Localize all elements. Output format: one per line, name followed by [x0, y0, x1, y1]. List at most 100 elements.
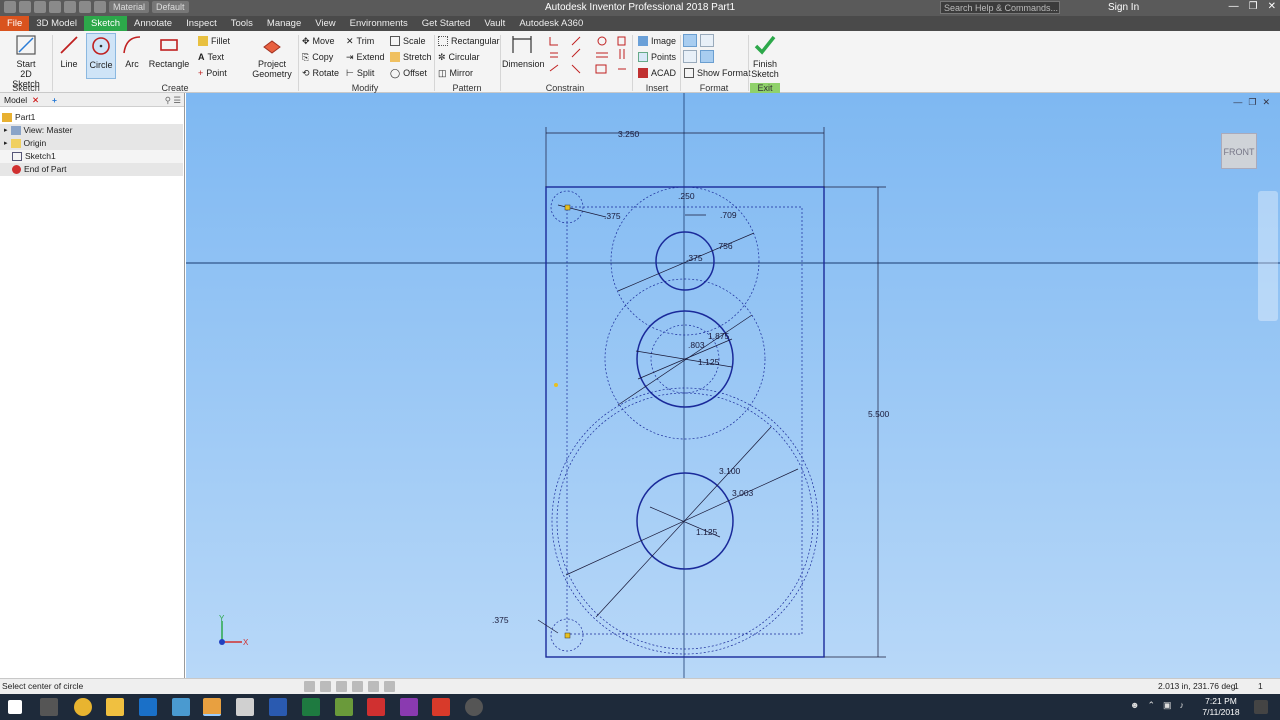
- tree-item-view-master[interactable]: ▸ View: Master: [0, 124, 183, 137]
- line-button[interactable]: Line: [56, 33, 82, 69]
- tree-item-part1[interactable]: Part1: [2, 111, 185, 124]
- tab-manage[interactable]: Manage: [260, 16, 308, 31]
- calculator-icon[interactable]: [236, 698, 254, 716]
- tab-autodesk-a360[interactable]: Autodesk A360: [512, 16, 590, 31]
- dim-width[interactable]: 3.250: [618, 129, 640, 139]
- restore-icon[interactable]: ❐: [1249, 1, 1258, 12]
- pdf-icon[interactable]: [432, 698, 450, 716]
- volume-icon[interactable]: ♪: [1180, 700, 1185, 711]
- tab-3d-model[interactable]: 3D Model: [29, 16, 84, 31]
- material-select[interactable]: Material: [109, 1, 150, 13]
- circular-pattern-button[interactable]: ✼ Circular: [438, 50, 480, 64]
- app-icon[interactable]: [172, 698, 190, 716]
- close-icon[interactable]: ✕: [1268, 1, 1276, 12]
- show-format-button[interactable]: Show Format: [684, 66, 751, 80]
- dim-756[interactable]: .756: [716, 241, 733, 251]
- add-tab-icon[interactable]: +: [52, 93, 57, 107]
- dim-height[interactable]: 5.500: [868, 409, 890, 419]
- people-icon[interactable]: ☻: [1130, 700, 1139, 711]
- dim-3003[interactable]: 3.003: [732, 488, 754, 498]
- outlook-icon[interactable]: [139, 698, 157, 716]
- view-cube[interactable]: FRONT: [1221, 133, 1257, 169]
- minimize-icon[interactable]: —: [1229, 1, 1239, 12]
- tab-sketch[interactable]: Sketch: [83, 16, 128, 31]
- point-display-icon[interactable]: [384, 681, 395, 692]
- fillet-button[interactable]: Fillet: [198, 34, 230, 48]
- tree-item-origin[interactable]: ▸ Origin: [0, 137, 183, 150]
- mirror-button[interactable]: ◫ Mirror: [438, 66, 473, 80]
- undo-icon[interactable]: [64, 1, 76, 13]
- dim-709[interactable]: .709: [720, 210, 737, 220]
- dim-corner-bottom[interactable]: .375: [492, 615, 509, 625]
- tab-vault[interactable]: Vault: [477, 16, 512, 31]
- windows-start-icon[interactable]: [8, 700, 22, 714]
- rotate-button[interactable]: ⟲ Rotate: [302, 66, 339, 80]
- constraint-display-icon[interactable]: [352, 681, 363, 692]
- arc-button[interactable]: Arc: [120, 33, 144, 69]
- app-menu-icon[interactable]: [4, 1, 16, 13]
- navigation-bar[interactable]: [1258, 191, 1278, 321]
- close-icon[interactable]: ✕: [32, 93, 39, 107]
- clock[interactable]: 7:21 PM 7/11/2018: [1196, 696, 1246, 718]
- inventor-icon[interactable]: [203, 698, 221, 716]
- tab-inspect[interactable]: Inspect: [179, 16, 224, 31]
- extend-button[interactable]: ⇥ Extend: [346, 50, 385, 64]
- copy-button[interactable]: ⎘ Copy: [302, 50, 333, 64]
- chrome-icon[interactable]: [74, 698, 92, 716]
- notifications-icon[interactable]: [1254, 700, 1268, 714]
- snap-icon[interactable]: [320, 681, 331, 692]
- relax-icon[interactable]: [368, 681, 379, 692]
- split-button[interactable]: ⊢ Split: [346, 66, 374, 80]
- project-geometry-button[interactable]: Project Geometry: [250, 33, 294, 79]
- grid-icon[interactable]: [304, 681, 315, 692]
- expand-icon[interactable]: ▸: [4, 137, 8, 150]
- offset-button[interactable]: ◯ Offset: [390, 66, 427, 80]
- acad-button[interactable]: ACAD: [638, 66, 676, 80]
- tab-view[interactable]: View: [308, 16, 342, 31]
- task-view-icon[interactable]: [40, 698, 58, 716]
- home-icon[interactable]: [94, 1, 106, 13]
- dim-1875[interactable]: 1.875: [708, 331, 730, 341]
- construction-icon[interactable]: [683, 34, 697, 47]
- text-button[interactable]: A Text: [198, 50, 224, 64]
- dim-1125-middle[interactable]: 1.125: [698, 357, 720, 367]
- start-2d-sketch-button[interactable]: Start 2D Sketch: [6, 33, 46, 89]
- dim-corner-top[interactable]: .375: [604, 211, 621, 221]
- browser-tab-model[interactable]: Model: [4, 95, 27, 105]
- panel-label-format[interactable]: Format: [694, 83, 734, 93]
- download-icon[interactable]: [367, 698, 385, 716]
- stretch-button[interactable]: Stretch: [390, 50, 432, 64]
- image-button[interactable]: Image: [638, 34, 676, 48]
- tab-environments[interactable]: Environments: [343, 16, 415, 31]
- points-button[interactable]: Points: [638, 50, 676, 64]
- point-button[interactable]: + Point: [198, 66, 227, 80]
- centerline-icon[interactable]: [700, 34, 714, 47]
- dim-375[interactable]: .375: [686, 253, 703, 263]
- word-icon[interactable]: [269, 698, 287, 716]
- dimension-button[interactable]: Dimension: [502, 33, 545, 69]
- tab-file[interactable]: File: [0, 16, 30, 31]
- panel-label-constrain[interactable]: Constrain: [540, 83, 590, 93]
- dim-803[interactable]: .803: [688, 340, 705, 350]
- network-icon[interactable]: ▣: [1163, 700, 1172, 711]
- file-explorer-icon[interactable]: [106, 698, 124, 716]
- driven-dimension-icon[interactable]: [700, 50, 714, 63]
- new-icon[interactable]: [19, 1, 31, 13]
- circle-button[interactable]: Circle: [86, 33, 116, 79]
- save-icon[interactable]: [49, 1, 61, 13]
- dim-1125-bottom[interactable]: 1.125: [696, 527, 718, 537]
- redo-icon[interactable]: [79, 1, 91, 13]
- trim-button[interactable]: ✕ Trim: [346, 34, 374, 48]
- open-icon[interactable]: [34, 1, 46, 13]
- help-search-input[interactable]: Search Help & Commands...: [940, 1, 1060, 14]
- finish-sketch-button[interactable]: Finish Sketch: [750, 33, 780, 79]
- dim-250[interactable]: .250: [678, 191, 695, 201]
- appearance-select[interactable]: Default: [152, 1, 189, 13]
- onenote-icon[interactable]: [400, 698, 418, 716]
- expand-icon[interactable]: ▸: [4, 124, 8, 137]
- center-point-icon[interactable]: [683, 50, 697, 63]
- scale-button[interactable]: Scale: [390, 34, 426, 48]
- chevron-up-icon[interactable]: ⌃: [1147, 700, 1155, 711]
- excel-icon[interactable]: [302, 698, 320, 716]
- graphics-window[interactable]: —❐✕ 3.250 5.500 .375 .375 .250 .709 .756…: [186, 93, 1280, 678]
